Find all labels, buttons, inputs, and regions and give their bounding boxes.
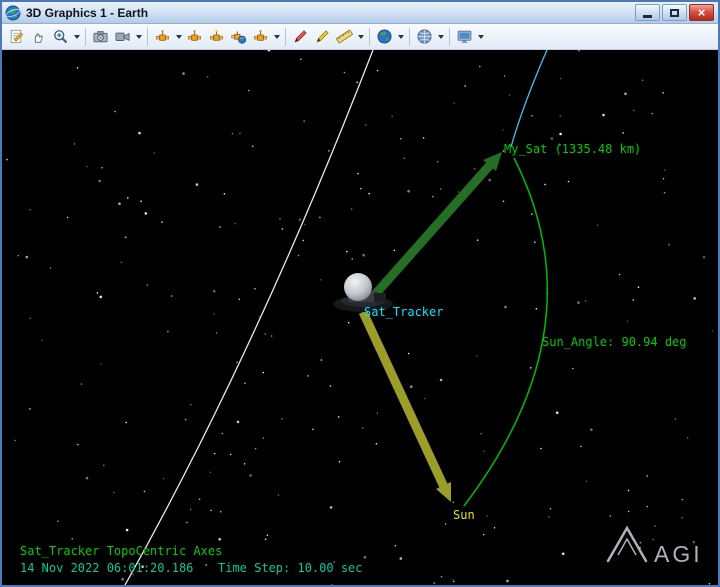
pencil-yellow-icon: [316, 30, 329, 43]
snapshot-camera-button[interactable]: [90, 26, 111, 48]
toolbar-separator: [147, 27, 148, 46]
attitude-view-icon: [188, 30, 201, 41]
attitude-view-button[interactable]: [184, 26, 205, 48]
pencil-yellow-button[interactable]: [312, 26, 333, 48]
maximize-button[interactable]: [662, 4, 687, 21]
video-recorder-button[interactable]: [112, 26, 133, 48]
close-icon: ×: [697, 5, 706, 20]
vector-options-dropdown[interactable]: [272, 26, 281, 48]
ruler-button[interactable]: [334, 26, 355, 48]
snapshot-camera-icon: [93, 31, 108, 43]
ruler-icon: [336, 29, 353, 44]
annotation-options-dropdown[interactable]: [356, 26, 365, 48]
zoom-in-button[interactable]: [50, 26, 71, 48]
sun-angle-arc: [463, 157, 549, 507]
orbit-line-white: [124, 50, 374, 585]
window-controls: ×: [635, 4, 715, 21]
minimize-button[interactable]: [635, 4, 660, 21]
globe-browser-button[interactable]: [374, 26, 395, 48]
pencil-red-button[interactable]: [290, 26, 311, 48]
sun-vector-arrow: [358, 310, 451, 502]
orbit-line-cyan: [510, 50, 548, 148]
toolbar-separator: [449, 27, 450, 46]
sun-label: Sun: [453, 508, 475, 522]
window-title: 3D Graphics 1 - Earth: [26, 5, 149, 20]
3d-viewport[interactable]: My_Sat (1335.48 km) Sat_Tracker Sun_Angl…: [2, 50, 718, 585]
starfield: [6, 50, 714, 585]
sun-angle-label: Sun_Angle: 90.94 deg: [542, 335, 687, 349]
sensor-options-dropdown[interactable]: [174, 26, 183, 48]
new-note-icon: [10, 29, 24, 44]
pan-hand-icon: [34, 33, 43, 43]
sensor-view-icon: [156, 30, 169, 41]
toolbar-separator: [369, 27, 370, 46]
sensor-globe-view-icon: [231, 31, 247, 44]
camera-options-dropdown[interactable]: [134, 26, 143, 48]
agi-logo: AGI: [606, 525, 703, 567]
time-step-overlay-text: Time Step: 10.00 sec: [218, 561, 363, 575]
satellite-label: My_Sat (1335.48 km): [504, 142, 641, 156]
toolbar-separator: [85, 27, 86, 46]
scene-svg: My_Sat (1335.48 km) Sat_Tracker Sun_Angl…: [6, 50, 714, 585]
pencil-red-icon: [294, 30, 307, 43]
agi-logo-text: AGI: [654, 541, 703, 567]
tracker-label: Sat_Tracker: [364, 305, 443, 319]
titlebar[interactable]: 3D Graphics 1 - Earth ×: [2, 2, 718, 24]
close-button[interactable]: ×: [689, 4, 714, 21]
terrain-globe-button[interactable]: [414, 26, 435, 48]
stk-3d-window: 3D Graphics 1 - Earth × My_Sat (1335.48 …: [0, 0, 720, 587]
sensor-globe-view-button[interactable]: [228, 26, 249, 48]
satellite-vector-arrow: [359, 152, 502, 311]
display-options-dropdown[interactable]: [476, 26, 485, 48]
maximize-icon: [670, 8, 679, 17]
pan-button[interactable]: [28, 26, 49, 48]
solar-view-icon: [210, 30, 223, 41]
toolbar-separator: [409, 27, 410, 46]
zoom-in-icon: [54, 30, 68, 44]
toolbar: [2, 24, 718, 50]
axes-overlay-text: Sat_Tracker TopoCentric Axes: [20, 544, 222, 558]
terrain-options-dropdown[interactable]: [436, 26, 445, 48]
display-settings-button[interactable]: [454, 26, 475, 48]
video-recorder-icon: [115, 32, 130, 41]
app-earth-icon: [5, 5, 21, 20]
time-overlay-text: 14 Nov 2022 06:01:20.186: [20, 561, 193, 575]
display-settings-icon: [457, 30, 472, 43]
vector-view-button[interactable]: [250, 26, 271, 48]
globe-options-dropdown[interactable]: [396, 26, 405, 48]
minimize-icon: [643, 14, 652, 18]
globe-browser-icon: [377, 29, 392, 44]
vector-view-icon: [254, 30, 267, 41]
zoom-options-dropdown[interactable]: [72, 26, 81, 48]
new-note-button[interactable]: [6, 26, 27, 48]
solar-view-button[interactable]: [206, 26, 227, 48]
toolbar-separator: [285, 27, 286, 46]
terrain-globe-icon: [417, 29, 432, 44]
sensor-view-button[interactable]: [152, 26, 173, 48]
